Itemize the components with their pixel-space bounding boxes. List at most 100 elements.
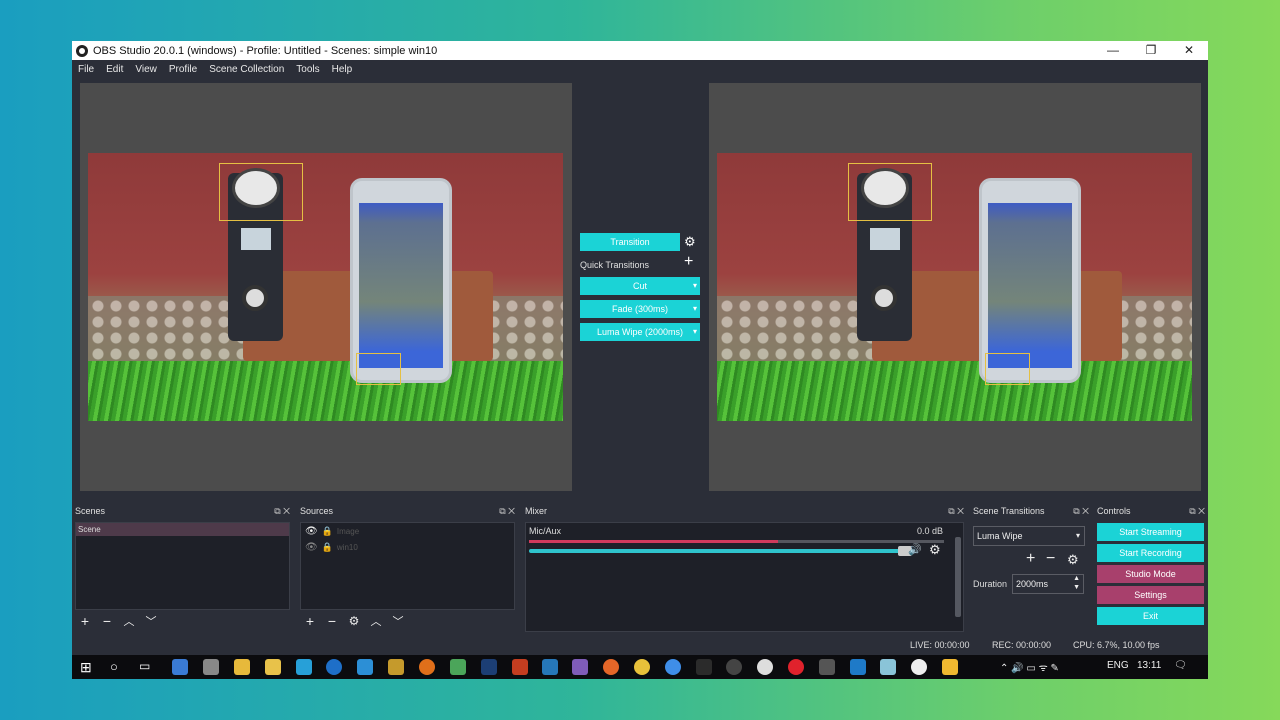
program-panel <box>709 83 1201 491</box>
mixer-body: Mic/Aux 0.0 dB 🔊 ⚙ <box>525 522 964 632</box>
opera-icon[interactable] <box>788 659 804 675</box>
window-title: OBS Studio 20.0.1 (windows) - Profile: U… <box>93 44 438 57</box>
studio-mode-button[interactable]: Studio Mode <box>1097 565 1204 583</box>
status-bar: LIVE: 00:00:00 REC: 00:00:00 CPU: 6.7%, … <box>72 635 1208 655</box>
menu-profile[interactable]: Profile <box>163 64 203 75</box>
dock-buttons[interactable]: ⧉ ✕ <box>948 502 964 520</box>
eye-icon[interactable]: 👁 <box>305 526 318 537</box>
sources-list[interactable]: 👁 🔒 Image 👁 🔒 win10 <box>300 522 515 610</box>
firefox-icon[interactable] <box>603 659 619 675</box>
mixer-scrollbar[interactable] <box>954 525 962 629</box>
menu-tools[interactable]: Tools <box>290 64 325 75</box>
dock-buttons[interactable]: ⧉ ✕ <box>499 502 515 520</box>
down-icon[interactable]: ﹀ <box>144 613 158 629</box>
app-icon[interactable] <box>265 659 281 675</box>
channel-level: 0.0 dB <box>916 526 943 536</box>
gear-icon[interactable]: ⚙ <box>684 234 696 250</box>
scenes-list[interactable]: Scene <box>75 522 290 610</box>
settings-button[interactable]: Settings <box>1097 586 1204 604</box>
add-icon[interactable]: + <box>78 613 92 629</box>
windows-start-icon[interactable]: ⊞ <box>80 659 92 676</box>
add-icon[interactable]: + <box>303 613 317 629</box>
speaker-icon[interactable]: 🔊 <box>908 543 922 556</box>
dock-buttons[interactable]: ⧉ ✕ <box>1189 502 1205 520</box>
obs-icon[interactable] <box>726 659 742 675</box>
exit-button[interactable]: Exit <box>1097 607 1204 625</box>
up-icon[interactable]: ︿ <box>369 613 383 629</box>
selection-box[interactable] <box>219 163 303 221</box>
lock-icon[interactable]: 🔒 <box>322 526 333 536</box>
transition-button[interactable]: Transition <box>580 233 680 251</box>
duration-spinbox[interactable]: 2000ms ▲ ▼ <box>1012 574 1084 594</box>
app-icon[interactable] <box>696 659 712 675</box>
quick-transition-luma-wipe[interactable]: Luma Wipe (2000ms) ▾ <box>580 323 700 341</box>
clock[interactable]: 13:11 <box>1137 660 1161 671</box>
selection-box[interactable] <box>356 353 401 385</box>
volume-slider[interactable] <box>529 546 912 556</box>
app-icon[interactable] <box>665 659 681 675</box>
search-icon[interactable]: ○ <box>110 659 118 674</box>
app-icon[interactable] <box>357 659 373 675</box>
gear-icon[interactable]: ⚙ <box>347 614 361 628</box>
menu-scene-collection[interactable]: Scene Collection <box>203 64 290 75</box>
preview-panel[interactable] <box>80 83 572 491</box>
selection-box <box>848 163 932 221</box>
app-icon[interactable] <box>542 659 558 675</box>
chrome-icon[interactable] <box>634 659 650 675</box>
remove-icon[interactable]: − <box>1046 550 1055 568</box>
down-icon[interactable]: ﹀ <box>391 613 405 629</box>
list-item[interactable]: Scene <box>76 523 289 536</box>
remove-icon[interactable]: − <box>325 613 339 629</box>
app-icon[interactable] <box>757 659 773 675</box>
app-icon[interactable] <box>203 659 219 675</box>
start-recording-button[interactable]: Start Recording <box>1097 544 1204 562</box>
dock-buttons[interactable]: ⧉ ✕ <box>1073 502 1089 520</box>
eye-off-icon[interactable]: 👁 <box>305 542 318 553</box>
quick-transition-cut[interactable]: Cut ▾ <box>580 277 700 295</box>
start-streaming-button[interactable]: Start Streaming <box>1097 523 1204 541</box>
mixer-channel: Mic/Aux 0.0 dB <box>529 526 957 536</box>
app-icon[interactable] <box>512 659 528 675</box>
add-quick-transition-button[interactable]: + <box>684 253 693 271</box>
obs-logo-icon <box>76 44 88 57</box>
folder-icon[interactable] <box>234 659 250 675</box>
transition-select[interactable]: Luma Wipe ▾ <box>973 526 1085 546</box>
calculator-icon[interactable] <box>819 659 835 675</box>
photoshop-icon[interactable] <box>481 659 497 675</box>
app-icon[interactable] <box>850 659 866 675</box>
quick-transition-fade[interactable]: Fade (300ms) ▾ <box>580 300 700 318</box>
app-icon[interactable] <box>172 659 188 675</box>
menu-file[interactable]: File <box>72 64 100 75</box>
edge-icon[interactable] <box>326 659 342 675</box>
close-button[interactable]: ✕ <box>1170 41 1208 60</box>
notification-icon[interactable]: 🗨 <box>1174 660 1187 671</box>
app-icon[interactable] <box>296 659 312 675</box>
app-icon[interactable] <box>572 659 588 675</box>
title-bar: OBS Studio 20.0.1 (windows) - Profile: U… <box>72 41 1208 60</box>
task-view-icon[interactable]: ▭ <box>139 659 150 673</box>
minimize-button[interactable]: — <box>1094 41 1132 60</box>
gear-icon[interactable]: ⚙ <box>1067 552 1079 568</box>
dock-buttons[interactable]: ⧉ ✕ <box>274 502 290 520</box>
tray-icons[interactable]: ⌃ 🔊 ▭ ᯤ ✎ <box>1000 660 1059 674</box>
up-icon[interactable]: ︿ <box>122 613 136 629</box>
app-icon[interactable] <box>880 659 896 675</box>
menu-edit[interactable]: Edit <box>100 64 129 75</box>
app-icon[interactable] <box>388 659 404 675</box>
app-icon[interactable] <box>450 659 466 675</box>
list-item[interactable]: 👁 🔒 Image <box>301 523 514 539</box>
language-indicator[interactable]: ENG <box>1107 660 1129 671</box>
live-status: LIVE: 00:00:00 <box>910 640 970 650</box>
remove-icon[interactable]: − <box>100 613 114 629</box>
lock-icon[interactable]: 🔒 <box>322 542 333 552</box>
menu-help[interactable]: Help <box>326 64 359 75</box>
quick-transitions-label: Quick Transitions <box>580 260 650 270</box>
list-item[interactable]: 👁 🔒 win10 <box>301 539 514 555</box>
app-icon[interactable] <box>911 659 927 675</box>
app-icon[interactable] <box>942 659 958 675</box>
menu-view[interactable]: View <box>129 64 163 75</box>
maximize-button[interactable]: ❐ <box>1132 41 1170 60</box>
app-icon[interactable] <box>419 659 435 675</box>
gear-icon[interactable]: ⚙ <box>929 542 941 558</box>
add-icon[interactable]: + <box>1026 550 1035 568</box>
